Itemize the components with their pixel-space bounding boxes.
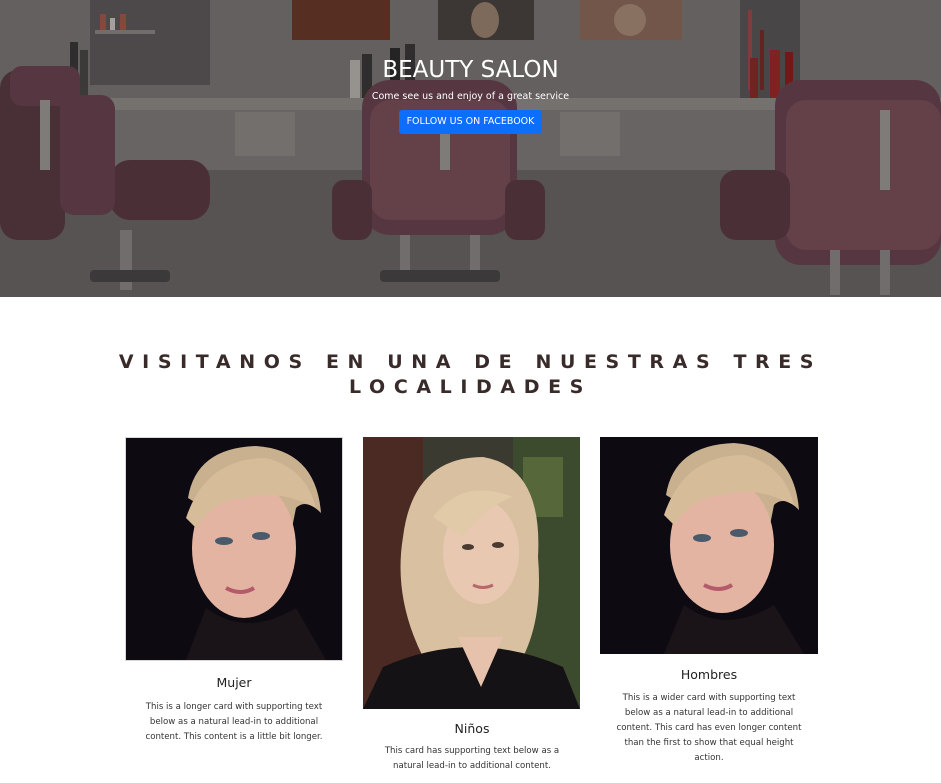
- card-ninos: Niños This card has supporting text belo…: [363, 437, 581, 774]
- card-mujer: Mujer This is a longer card with support…: [125, 437, 343, 745]
- card-ninos-title: Niños: [454, 721, 490, 736]
- card-hombres-title: Hombres: [680, 667, 738, 682]
- follow-facebook-button[interactable]: FOLLOW US ON FACEBOOK: [398, 110, 543, 134]
- page: BEAUTY SALON Come see us and enjoy of a …: [0, 0, 941, 783]
- card-hombres: Hombres This is a wider card with suppor…: [600, 437, 818, 766]
- card-mujer-title: Mujer: [216, 675, 252, 690]
- locations-heading: VISITANOS EN UNA DE NUESTRAS TRES LOCALI…: [118, 351, 823, 398]
- hero-content: BEAUTY SALON Come see us and enjoy of a …: [0, 55, 941, 134]
- hero-title: BEAUTY SALON: [382, 57, 559, 83]
- card-mujer-text: This is a longer card with supporting te…: [145, 702, 323, 742]
- card-hombres-text: This is a wider card with supporting tex…: [616, 693, 802, 763]
- salon-background-image: [0, 0, 941, 297]
- hero-banner: BEAUTY SALON Come see us and enjoy of a …: [0, 0, 941, 297]
- card-mujer-image: [125, 437, 343, 661]
- card-hombres-image: [600, 437, 818, 654]
- card-ninos-text: This card has supporting text below as a…: [384, 746, 560, 771]
- card-ninos-image: [363, 437, 580, 709]
- hero-subtitle: Come see us and enjoy of a great service: [371, 91, 570, 102]
